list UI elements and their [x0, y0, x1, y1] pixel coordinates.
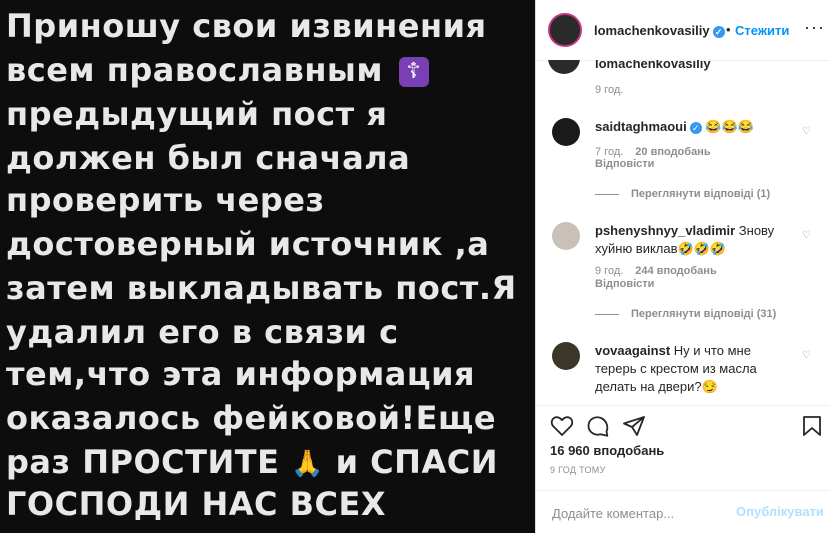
post-image: Приношу свои извинения всем православным…	[0, 0, 535, 533]
post-header: lomachenkovasiliy ✓ • Стежити ···	[536, 0, 830, 61]
comment-time: 7 год.	[595, 146, 624, 158]
post-text-line: оказалось фейковой!Еще	[6, 399, 497, 437]
post-text-line: тем,что эта информация	[6, 355, 476, 393]
post-text-line: достоверный источник ,а	[6, 225, 490, 263]
post-text-line: раз ПРОСТИТЕ 🙏 и СПАСИ	[6, 443, 498, 481]
comment-input[interactable]	[550, 501, 734, 525]
comment-likes[interactable]: 244 вподобань	[635, 265, 716, 277]
like-heart-icon[interactable]: ♡	[802, 126, 811, 137]
comment-username[interactable]: pshenyshnyy_vladimir	[595, 223, 735, 238]
post-text-line: проверить через	[6, 181, 325, 219]
post-text-line: затем выкладывать пост.Я	[6, 269, 517, 307]
verified-icon: ✓	[712, 25, 725, 38]
post-sidebar: lomachenkovasiliy ✓ • Стежити ··· lomache…	[535, 0, 830, 533]
post-text-line: ГОСПОДИ НАС ВСЕХ	[6, 485, 387, 523]
comment-bubble-icon[interactable]	[586, 415, 610, 437]
verified-icon: ✓	[689, 121, 702, 134]
post-text-line: удалил его в связи с	[6, 313, 399, 351]
more-options-icon[interactable]: ···	[804, 17, 825, 38]
comment-time: 9 год.	[595, 265, 624, 277]
reply-button[interactable]: Відповісти	[595, 158, 654, 170]
caption-username[interactable]: lomachenkovasiliy	[595, 60, 711, 71]
like-heart-icon[interactable]: ♡	[802, 350, 811, 361]
replies-dash	[595, 313, 619, 315]
reply-button[interactable]: Відповісти	[595, 278, 654, 290]
view-replies-button[interactable]: Переглянути відповіді (1)	[595, 188, 770, 200]
like-heart-icon[interactable]: ♡	[802, 230, 811, 241]
comments-section[interactable]: lomachenkovasiliy 9 год. saidtaghmaoui ✓ …	[536, 60, 830, 405]
add-comment-bar: Опублікувати	[536, 490, 830, 534]
author-username[interactable]: lomachenkovasiliy ✓	[594, 23, 725, 38]
share-send-icon[interactable]	[622, 415, 646, 437]
comment-body: vovaagainst Ну и что мне терерь с кресто…	[595, 342, 795, 396]
avatar[interactable]	[548, 60, 580, 74]
publish-button[interactable]: Опублікувати	[736, 504, 824, 519]
comment-username[interactable]: vovaagainst	[595, 343, 670, 358]
avatar[interactable]	[552, 222, 580, 250]
view-replies-button[interactable]: Переглянути відповіді (31)	[595, 308, 776, 320]
like-heart-icon[interactable]	[550, 415, 574, 437]
post-text-line: предыдущий пост я	[6, 95, 388, 133]
avatar[interactable]	[548, 13, 582, 47]
comment-text: 😂😂😂	[705, 119, 754, 134]
praying-hands-emoji: 🙏	[291, 449, 324, 479]
avatar[interactable]	[552, 342, 580, 370]
comment-meta: 9 год. 244 вподобань	[595, 265, 729, 277]
post-time: 9 ГОД ТОМУ	[550, 465, 606, 475]
post-text-line: всем православным ☦	[6, 52, 429, 88]
avatar[interactable]	[552, 118, 580, 146]
follow-button[interactable]: Стежити	[735, 23, 789, 38]
comment-body: saidtaghmaoui ✓ 😂😂😂	[595, 118, 795, 136]
comment-meta: 7 год. 20 вподобань	[595, 146, 723, 158]
comment-body: pshenyshnyy_vladimir Знову хуйню виклав🤣…	[595, 222, 795, 258]
separator-dot: •	[726, 22, 731, 37]
post-actions	[536, 405, 830, 442]
post-text-line: Приношу свои извинения	[6, 7, 487, 45]
post-text-line: должен был сначала	[6, 139, 411, 177]
caption-time: 9 год.	[595, 84, 624, 96]
orthodox-cross-emoji: ☦	[398, 57, 429, 87]
comment-likes[interactable]: 20 вподобань	[635, 146, 710, 158]
comment-username[interactable]: saidtaghmaoui	[595, 119, 687, 134]
likes-count[interactable]: 16 960 вподобань	[550, 443, 664, 458]
replies-dash	[595, 193, 619, 195]
bookmark-icon[interactable]	[802, 415, 822, 437]
